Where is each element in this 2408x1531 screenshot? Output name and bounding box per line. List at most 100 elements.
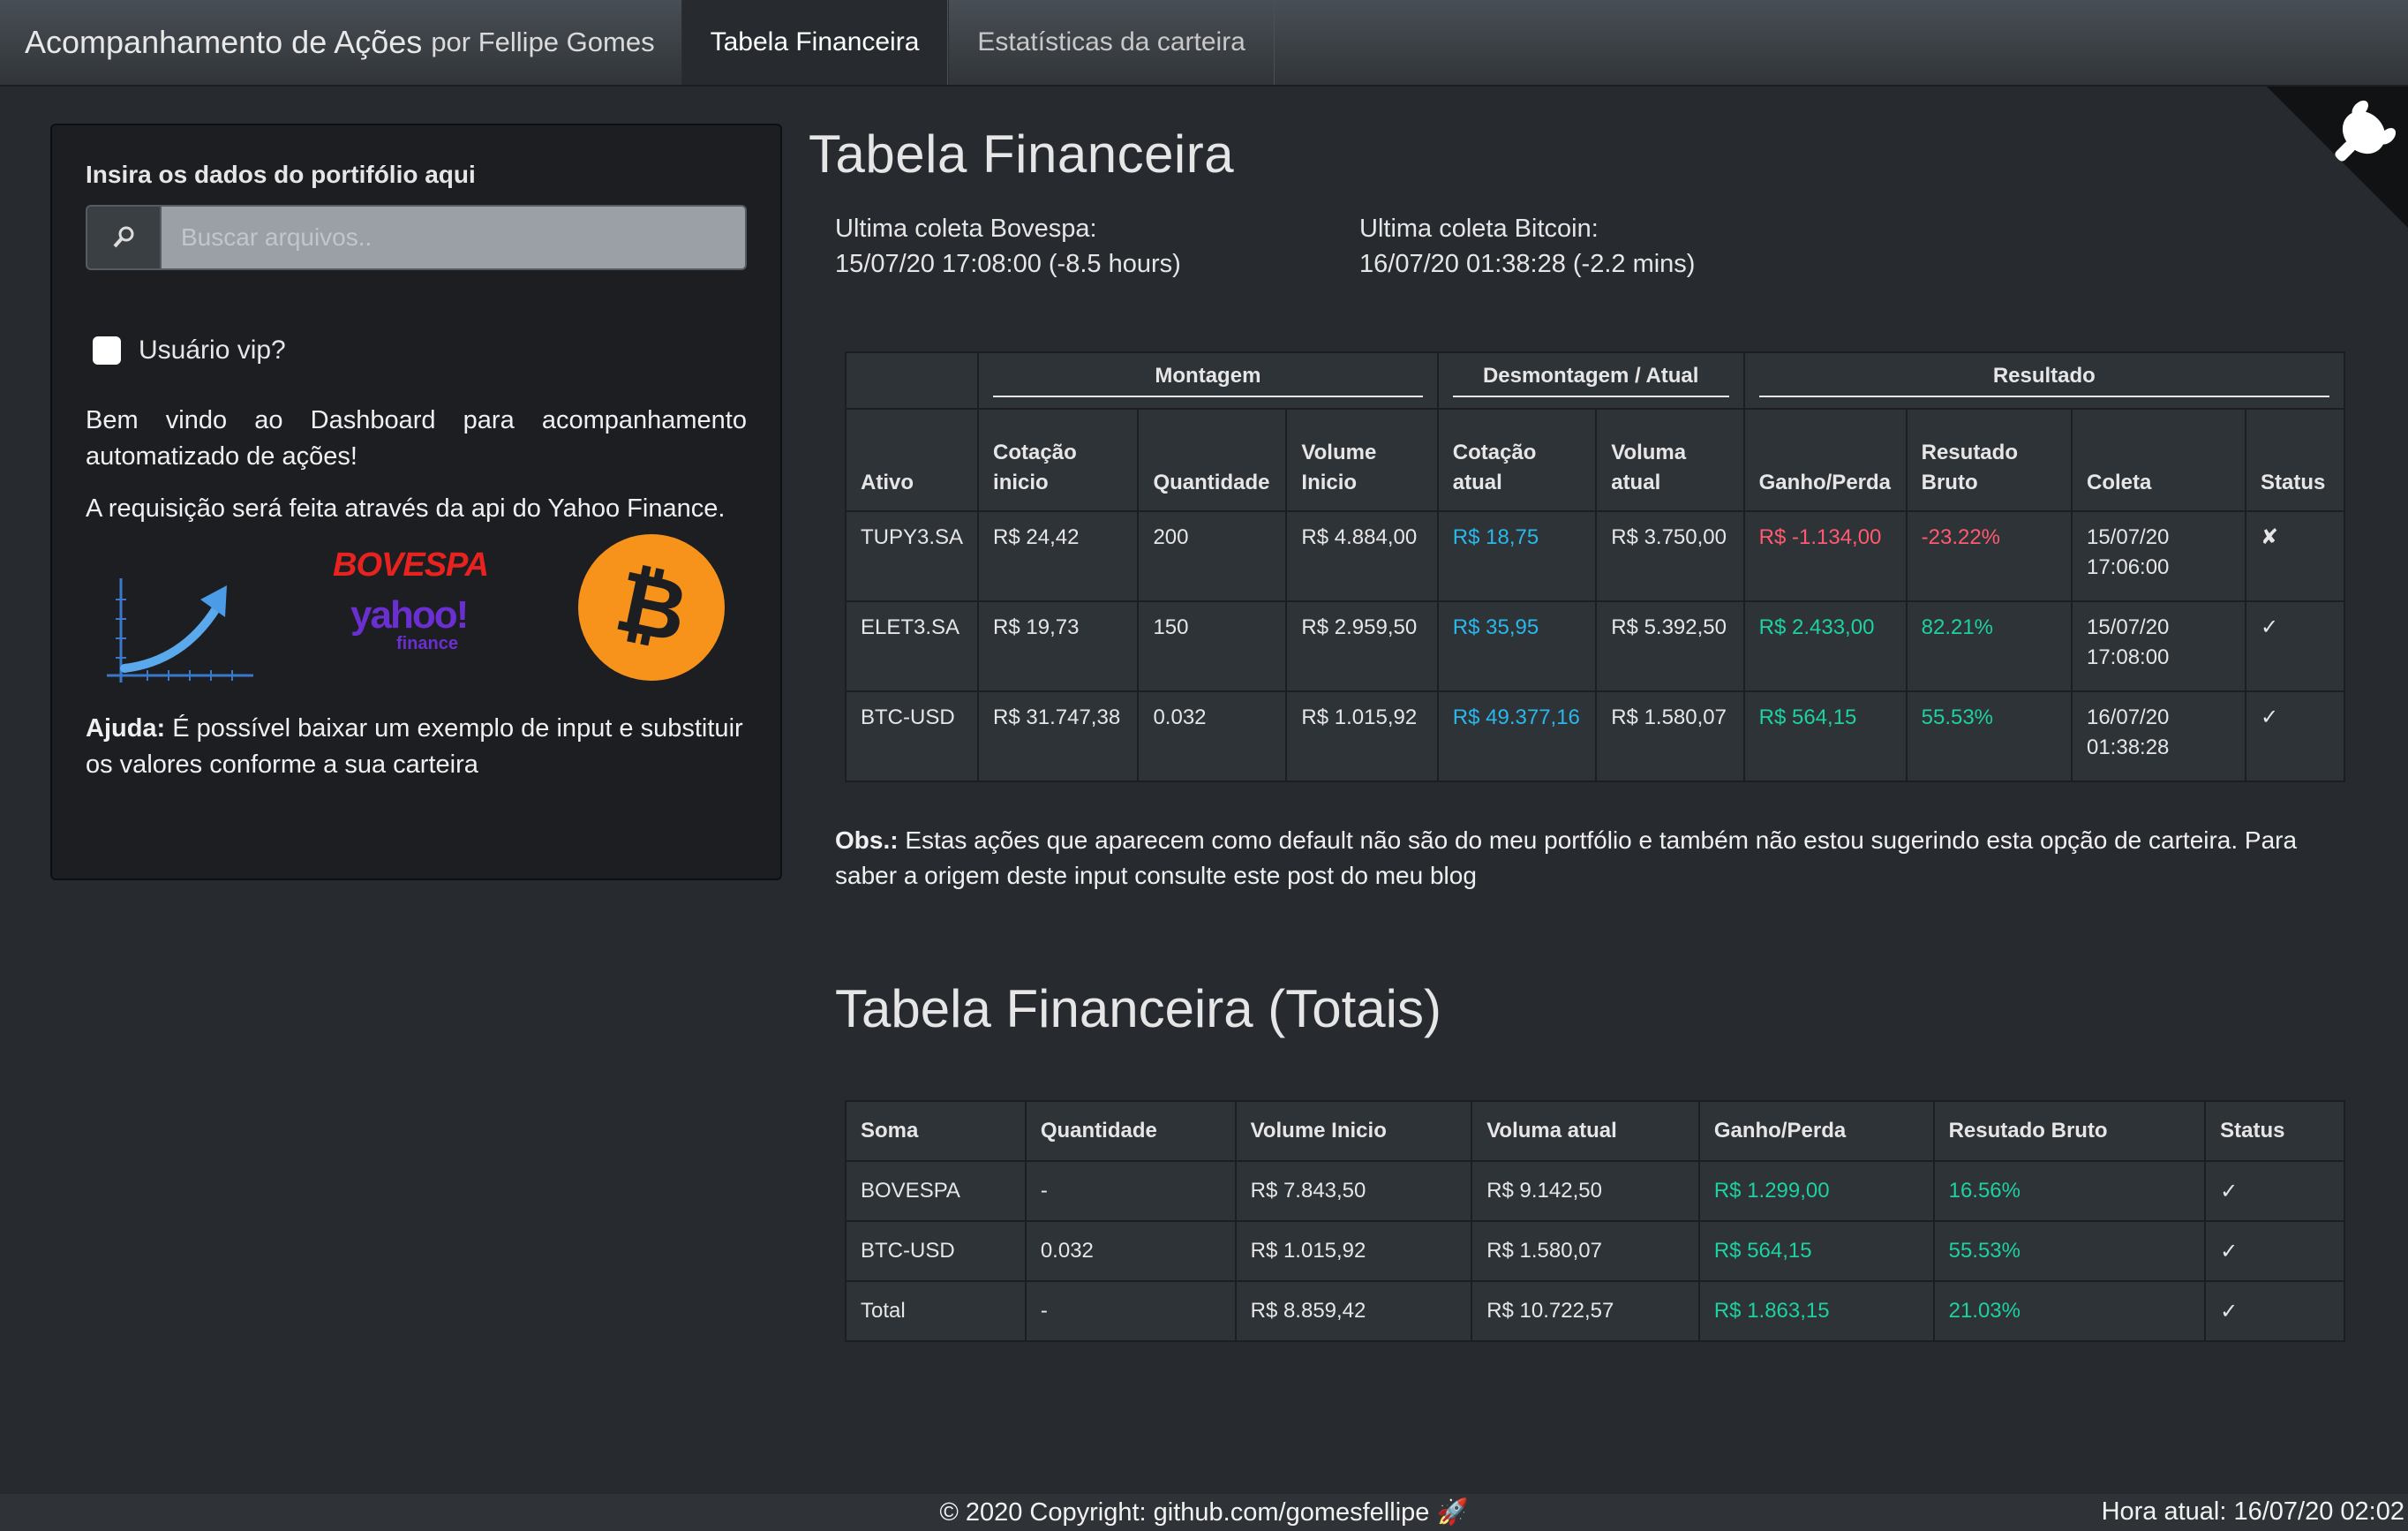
column-header[interactable]: Resutado Bruto	[1932, 1100, 2207, 1162]
column-header[interactable]: Cotação atual	[1436, 408, 1598, 512]
cell-quantidade: -	[1024, 1160, 1237, 1222]
column-header[interactable]: Voluma atual	[1595, 408, 1745, 512]
request-text: A requisição será feita através da api d…	[86, 494, 726, 523]
table-row: TUPY3.SA R$ 24,42 200 R$ 4.884,00 R$ 18,…	[844, 510, 2346, 602]
cell-resultado-bruto: 21.03%	[1932, 1280, 2207, 1342]
cell-volume-inicio: R$ 7.843,50	[1234, 1160, 1473, 1222]
cell-ganho-perda: R$ 1.299,00	[1697, 1160, 1935, 1222]
bovespa-logo: BOVESPA	[333, 547, 489, 584]
cell-coleta: 15/07/20 17:06:00	[2070, 510, 2246, 602]
column-header[interactable]: Quantidade	[1024, 1100, 1237, 1162]
column-header[interactable]: Ganho/Perda	[1697, 1100, 1935, 1162]
cell-quantidade: 0.032	[1137, 690, 1288, 782]
cell-cotacao-atual: R$ 35,95	[1436, 600, 1598, 692]
table-row: Total - R$ 8.859,42 R$ 10.722,57 R$ 1.86…	[845, 1280, 2345, 1342]
table-row: BTC-USD R$ 31.747,38 0.032 R$ 1.015,92 R…	[844, 690, 2346, 782]
brand-author: por Fellipe Gomes	[431, 26, 655, 57]
column-header[interactable]: Volume Inicio	[1285, 408, 1439, 512]
search-input[interactable]: Buscar arquivos..	[162, 205, 747, 270]
vip-label: Usuário vip?	[139, 336, 286, 365]
group-header-desmontagem: Desmontagem / Atual	[1436, 351, 1745, 410]
column-header[interactable]: Volume Inicio	[1234, 1100, 1473, 1162]
tab-estatisticas-carteira[interactable]: Estatísticas da carteira	[948, 0, 1275, 85]
cell-coleta: 16/07/20 01:38:28	[2070, 690, 2246, 782]
column-header[interactable]: Cotação inicio	[977, 408, 1140, 512]
cell-ganho-perda: R$ 564,15	[1742, 690, 1908, 782]
vip-checkbox[interactable]	[93, 336, 121, 365]
cell-soma: Total	[845, 1280, 1027, 1342]
cell-volume-inicio: R$ 1.015,92	[1285, 690, 1439, 782]
help-body: É possível baixar um exemplo de input e …	[86, 714, 743, 779]
cell-volume-atual: R$ 9.142,50	[1471, 1160, 1700, 1222]
table-header-row: Ativo Cotação inicio Quantidade Volume I…	[844, 408, 2346, 512]
column-header[interactable]: Ganho/Perda	[1742, 408, 1908, 512]
cell-volume-atual: R$ 3.750,00	[1595, 510, 1745, 602]
app-brand[interactable]: Acompanhamento de Ações por Fellipe Gome…	[0, 0, 681, 85]
collect-info: Ultima coleta Bovespa: 15/07/20 17:08:00…	[835, 211, 2362, 282]
cell-resultado-bruto: 55.53%	[1905, 690, 2073, 782]
brand-title: Acompanhamento de Ações	[25, 24, 423, 60]
cell-cotacao-inicio: R$ 24,42	[977, 510, 1140, 602]
cell-ativo: BTC-USD	[844, 690, 980, 782]
collect-bovespa-label: Ultima coleta Bovespa:	[835, 215, 1097, 243]
cell-cotacao-inicio: R$ 31.747,38	[977, 690, 1140, 782]
cell-ganho-perda: R$ 2.433,00	[1742, 600, 1908, 692]
cell-resultado-bruto: 16.56%	[1932, 1160, 2207, 1222]
browse-button[interactable]	[86, 205, 162, 270]
help-text: Ajuda: É possível baixar um exemplo de i…	[86, 711, 747, 783]
table-row: BOVESPA - R$ 7.843,50 R$ 9.142,50 R$ 1.2…	[845, 1160, 2345, 1222]
cell-volume-atual: R$ 5.392,50	[1595, 600, 1745, 692]
search-icon	[113, 226, 134, 248]
column-header[interactable]: Status	[2244, 408, 2346, 512]
cell-volume-atual: R$ 1.580,07	[1471, 1220, 1700, 1282]
column-header[interactable]: Soma	[845, 1100, 1027, 1162]
collect-bitcoin: Ultima coleta Bitcoin: 16/07/20 01:38:28…	[1359, 211, 1884, 282]
cell-resultado-bruto: 82.21%	[1905, 600, 2073, 692]
column-header[interactable]: Status	[2204, 1100, 2345, 1162]
help-label: Ajuda:	[86, 714, 166, 743]
cell-volume-inicio: R$ 8.859,42	[1234, 1280, 1473, 1342]
column-header[interactable]: Voluma atual	[1471, 1100, 1700, 1162]
cell-soma: BTC-USD	[845, 1220, 1027, 1282]
column-header[interactable]: Quantidade	[1137, 408, 1288, 512]
cell-status: ✓	[2244, 690, 2346, 782]
cell-volume-inicio: R$ 4.884,00	[1285, 510, 1439, 602]
totals-table: Soma Quantidade Volume Inicio Voluma atu…	[845, 1100, 2345, 1342]
cell-status: ✓	[2204, 1280, 2345, 1342]
tab-tabela-financeira[interactable]: Tabela Financeira	[681, 0, 949, 85]
logos-area: BOVESPA yahoo! finance ₿	[86, 527, 747, 711]
cell-quantidade: -	[1024, 1280, 1237, 1342]
cell-soma: BOVESPA	[845, 1160, 1027, 1222]
cell-cotacao-inicio: R$ 19,73	[977, 600, 1140, 692]
column-header[interactable]: Resutado Bruto	[1905, 408, 2073, 512]
cell-ganho-perda: R$ 1.863,15	[1697, 1280, 1935, 1342]
growth-chart-icon	[107, 578, 253, 683]
cell-status: ✘	[2244, 510, 2346, 602]
observation-label: Obs.:	[835, 826, 899, 854]
bitcoin-logo: ₿	[571, 527, 732, 688]
cell-cotacao-atual: R$ 18,75	[1436, 510, 1598, 602]
footer: © 2020 Copyright: github.com/gomesfellip…	[0, 1494, 2408, 1531]
group-header-montagem: Montagem	[977, 351, 1439, 410]
footer-copyright[interactable]: © 2020 Copyright: github.com/gomesfellip…	[0, 1497, 2408, 1527]
main-content: Tabela Financeira Ultima coleta Bovespa:…	[809, 124, 2362, 1342]
footer-clock: Hora atual: 16/07/20 02:02	[2101, 1497, 2404, 1526]
file-upload[interactable]: Buscar arquivos..	[86, 205, 747, 270]
vip-option[interactable]: Usuário vip?	[93, 336, 747, 366]
column-header[interactable]: Ativo	[844, 408, 980, 512]
cell-status: ✓	[2244, 600, 2346, 692]
cell-quantidade: 0.032	[1024, 1220, 1237, 1282]
collect-bovespa: Ultima coleta Bovespa: 15/07/20 17:08:00…	[835, 211, 1359, 282]
welcome-text: Bem vindo ao Dashboard para acompanhamen…	[86, 406, 747, 471]
observation-body: Estas ações que aparecem como default nã…	[835, 826, 2298, 889]
finance-logo-text: finance	[396, 634, 459, 653]
yahoo-logo-text: yahoo!	[350, 593, 469, 637]
bitcoin-icon: ₿	[607, 554, 696, 660]
cell-cotacao-atual: R$ 49.377,16	[1436, 690, 1598, 782]
cell-quantidade: 200	[1137, 510, 1288, 602]
cell-ativo: ELET3.SA	[844, 600, 980, 692]
totals-header-row: Soma Quantidade Volume Inicio Voluma atu…	[845, 1100, 2345, 1162]
column-header[interactable]: Coleta	[2070, 408, 2246, 512]
cell-volume-atual: R$ 10.722,57	[1471, 1280, 1700, 1342]
cell-ganho-perda: R$ -1.134,00	[1742, 510, 1908, 602]
